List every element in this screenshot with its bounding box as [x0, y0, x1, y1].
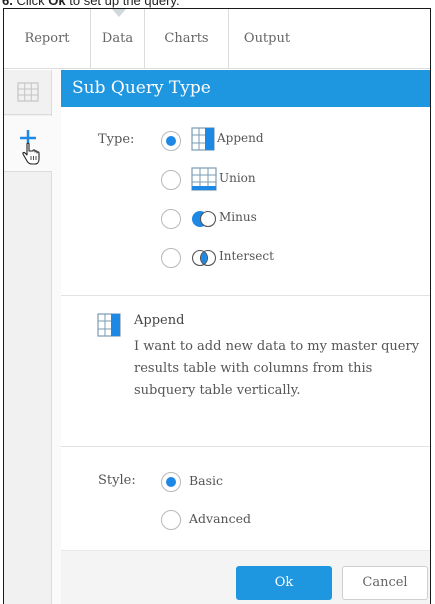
minus-icon [192, 210, 217, 228]
description-title: Append [134, 313, 185, 328]
radio-union[interactable] [161, 170, 181, 190]
instruction-text: 6. Click Ok to set up the query. [0, 0, 435, 8]
radio-append[interactable] [161, 131, 181, 151]
radio-basic[interactable] [161, 472, 181, 492]
sub-query-dialog: Sub Query Type Type: Append Union Minus … [52, 70, 430, 604]
tab-output[interactable]: Output [229, 9, 305, 69]
option-append-label[interactable]: Append [217, 131, 264, 145]
description-section: Append I want to add new data to my mast… [61, 297, 430, 447]
description-text: I want to add new data to my master quer… [134, 339, 420, 398]
sidebar-item-add[interactable] [4, 116, 52, 172]
dialog-title: Sub Query Type [61, 70, 430, 107]
append-icon [97, 313, 121, 337]
intersect-icon [191, 249, 217, 267]
tab-report[interactable]: Report [4, 9, 91, 69]
tab-data[interactable]: Data [91, 9, 145, 69]
type-section: Type: Append Union Minus Intersect [61, 107, 430, 296]
tab-bar: Report Data Charts Output [4, 9, 430, 69]
tab-charts[interactable]: Charts [145, 9, 229, 69]
option-intersect-label[interactable]: Intersect [219, 249, 274, 263]
radio-minus[interactable] [161, 209, 181, 229]
grid-icon [17, 82, 39, 102]
dialog-body: Type: Append Union Minus Intersect Appen… [61, 107, 430, 604]
instruction-step: 6. [2, 0, 13, 8]
hand-cursor-icon [22, 142, 40, 165]
style-basic-label[interactable]: Basic [189, 473, 223, 488]
cancel-button[interactable]: Cancel [342, 566, 428, 600]
type-label: Type: [98, 132, 135, 147]
radio-advanced[interactable] [161, 510, 181, 530]
radio-intersect[interactable] [161, 248, 181, 268]
instruction-bold: Ok [48, 0, 66, 8]
style-section: Style: Basic Advanced [61, 448, 430, 550]
sidebar-item-grid[interactable] [4, 70, 52, 115]
style-label: Style: [98, 473, 136, 488]
dialog-footer: Ok Cancel [61, 550, 430, 604]
app-frame: Report Data Charts Output Sub Query Type… [3, 8, 431, 604]
instruction-post: to set up the query. [69, 0, 180, 8]
option-union-label[interactable]: Union [219, 171, 256, 185]
ok-button[interactable]: Ok [236, 566, 332, 600]
instruction-pre: Click [16, 0, 45, 8]
union-icon [191, 167, 217, 191]
style-advanced-label[interactable]: Advanced [189, 511, 251, 526]
option-minus-label[interactable]: Minus [219, 210, 257, 224]
append-icon [191, 127, 215, 151]
sidebar [4, 70, 52, 604]
active-tab-indicator [112, 9, 126, 17]
